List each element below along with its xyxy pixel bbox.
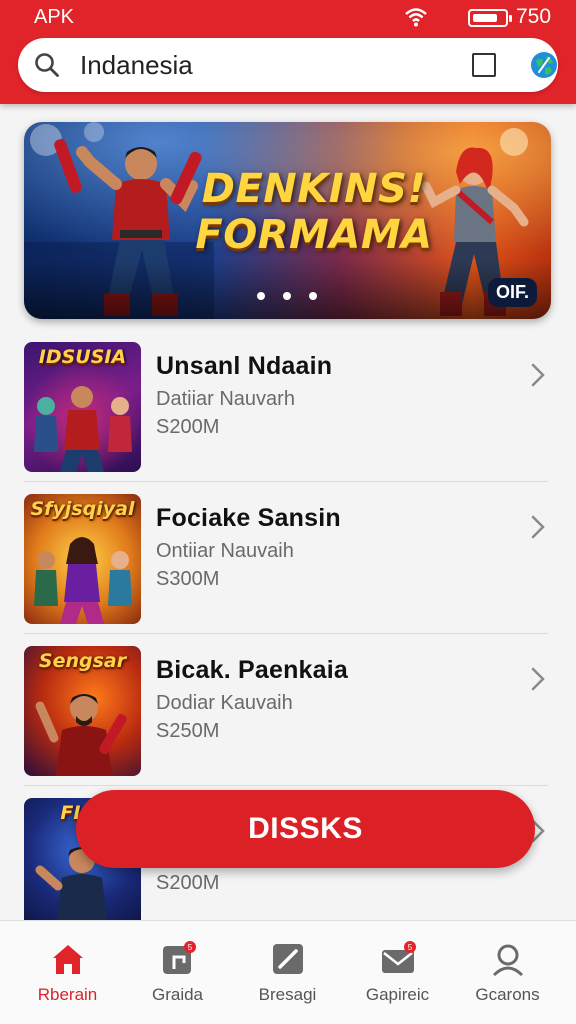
item-name: Bicak. Paenkaia [156,656,349,684]
nav-item-profile[interactable]: Gcarons [450,921,565,1024]
battery-icon [468,9,512,27]
grid-icon: 5 [163,941,196,974]
status-time: 750 [516,5,552,28]
chevron-right-icon[interactable] [530,362,546,388]
home-icon [53,945,83,974]
square-icon[interactable] [472,53,496,77]
item-subtitle: Dodiar Kauvaih [156,692,293,714]
item-subtitle: Datiiar Nauvarh [156,388,295,410]
mail-icon: 5 [382,941,416,973]
search-icon[interactable] [34,52,60,78]
list-item[interactable]: Sengsar Bicak. Paenkaia Dodiar Kauvaih S… [24,634,548,786]
banner-title-line2: FORMAMA [195,212,433,258]
item-subtitle: Ontiiar Nauvaih [156,540,294,562]
nav-label: Gapireic [365,985,430,1004]
item-thumbnail: IDSUSIA [24,342,141,472]
item-name: Fociake Sansin [156,504,341,532]
thumbnail-title: Sfyjsqiyal [30,498,135,520]
carousel-dot[interactable] [309,292,317,300]
profile-icon [492,944,524,977]
carousel-dot[interactable] [257,292,265,300]
banner-title: DENKINS! FORMAMA [184,166,444,258]
search-input[interactable] [80,48,440,82]
search-bar[interactable] [18,38,558,92]
list-item[interactable]: Sfyjsqiyal Fociake Sansin Ontiiar Nauvai… [24,482,548,634]
primary-action-button[interactable]: DISSKS [76,790,535,868]
item-price: S200M [156,416,220,438]
featured-banner[interactable]: DENKINS! FORMAMA OIF. [24,122,551,319]
item-price: S300M [156,568,220,590]
nav-label: Gcarons [475,985,540,1004]
chevron-right-icon[interactable] [530,666,546,692]
item-thumbnail: Sengsar [24,646,141,776]
carousel-dot[interactable] [283,292,291,300]
nav-label: Rberain [37,985,98,1004]
svg-text:5: 5 [188,943,193,952]
thumbnail-title: Sengsar [38,650,127,672]
nav-item-home[interactable]: Rberain [10,921,125,1024]
nav-item-mail[interactable]: 5 Gapireic [340,921,455,1024]
status-bar: APK 750 [0,0,576,34]
globe-icon[interactable] [530,51,558,79]
item-name: Unsanl Ndaain [156,352,333,380]
top-app-bar: APK 750 [0,0,576,104]
banner-shade [24,259,551,319]
nav-label: Bresagi [258,985,317,1004]
nav-item-grid[interactable]: 5 Graida [120,921,235,1024]
svg-text:5: 5 [408,943,413,952]
nav-item-edit[interactable]: Bresagi [230,921,345,1024]
banner-title-line1: DENKINS! [201,166,427,212]
thumbnail-title: IDSUSIA [38,346,127,368]
wifi-icon [404,6,428,34]
edit-icon [273,944,303,974]
chevron-right-icon[interactable] [530,514,546,540]
nav-label: Graida [151,985,204,1004]
item-price: S250M [156,720,220,742]
carrier-label: APK [34,6,75,28]
bottom-navigation: Rberain 5 Graida Bresagi 5 Gapireic Gcar… [0,920,576,1024]
item-price: S200M [156,872,220,894]
banner-badge: OIF. [487,278,537,307]
item-thumbnail: Sfyjsqiyal [24,494,141,624]
list-item[interactable]: IDSUSIA Unsanl Ndaain Datiiar Nauvarh S2… [24,330,548,482]
